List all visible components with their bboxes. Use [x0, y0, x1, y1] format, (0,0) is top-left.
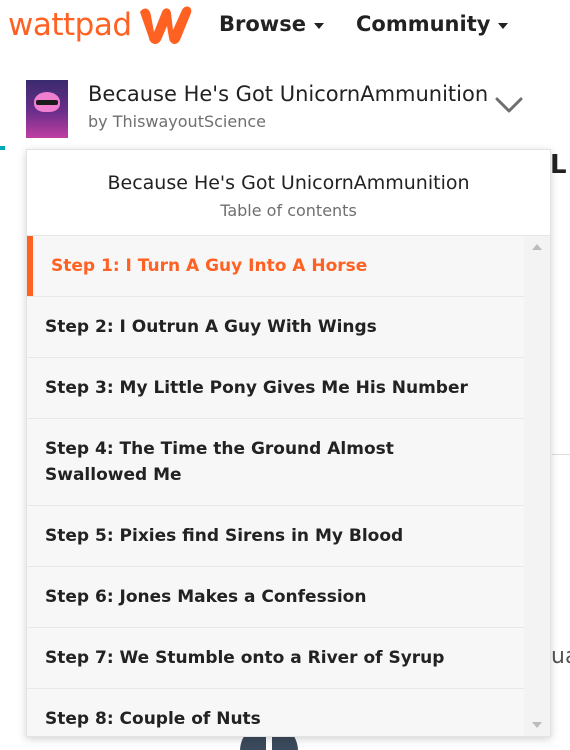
background-heading-fragment: L	[550, 150, 567, 180]
browse-label: Browse	[219, 12, 306, 36]
browse-menu[interactable]: Browse	[219, 12, 324, 36]
toc-part-item[interactable]: Step 3: My Little Pony Gives Me His Numb…	[27, 358, 525, 419]
caret-down-icon	[498, 22, 509, 29]
background-divider	[552, 454, 570, 455]
community-label: Community	[356, 12, 491, 36]
story-author[interactable]: by ThiswayoutScience	[88, 112, 266, 131]
scroll-down-arrow-icon[interactable]	[532, 722, 542, 728]
toc-part-list: Step 1: I Turn A Guy Into A Horse Step 2:…	[27, 236, 525, 736]
cover-art-glasses	[36, 100, 58, 105]
wattpad-wordmark: wattpad	[8, 7, 132, 43]
background-text-fragment: ua	[551, 644, 570, 669]
toc-story-title: Because He's Got UnicornAmmunition	[107, 172, 470, 194]
toc-subtitle: Table of contents	[220, 201, 357, 220]
chevron-down-icon[interactable]	[494, 94, 524, 116]
caret-down-icon	[313, 22, 324, 29]
scroll-up-arrow-icon[interactable]	[532, 244, 542, 250]
table-of-contents-dropdown: Because He's Got UnicornAmmunition Table…	[26, 149, 551, 737]
toc-scrollbar[interactable]	[524, 236, 550, 736]
toc-part-item[interactable]: Step 5: Pixies find Sirens in My Blood	[27, 506, 525, 567]
wattpad-w-icon	[139, 6, 191, 44]
book-cover-image	[26, 80, 68, 138]
wattpad-logo[interactable]: wattpad	[8, 4, 194, 46]
toc-header: Because He's Got UnicornAmmunition Table…	[27, 150, 550, 236]
toc-part-item[interactable]: Step 7: We Stumble onto a River of Syrup	[27, 628, 525, 689]
top-navigation: wattpad Browse Community	[0, 0, 570, 52]
story-title: Because He's Got UnicornAmmunition	[88, 82, 489, 106]
toc-part-item[interactable]: Step 2: I Outrun A Guy With Wings	[27, 297, 525, 358]
toc-part-item[interactable]: Step 1: I Turn A Guy Into A Horse	[27, 236, 525, 297]
community-menu[interactable]: Community	[356, 12, 509, 36]
story-header[interactable]: Because He's Got UnicornAmmunition by Th…	[0, 70, 552, 150]
toc-part-item[interactable]: Step 6: Jones Makes a Confession	[27, 567, 525, 628]
accent-line	[0, 146, 5, 150]
toc-part-item[interactable]: Step 8: Couple of Nuts	[27, 689, 525, 736]
toc-part-item[interactable]: Step 4: The Time the Ground Almost Swall…	[27, 419, 525, 506]
